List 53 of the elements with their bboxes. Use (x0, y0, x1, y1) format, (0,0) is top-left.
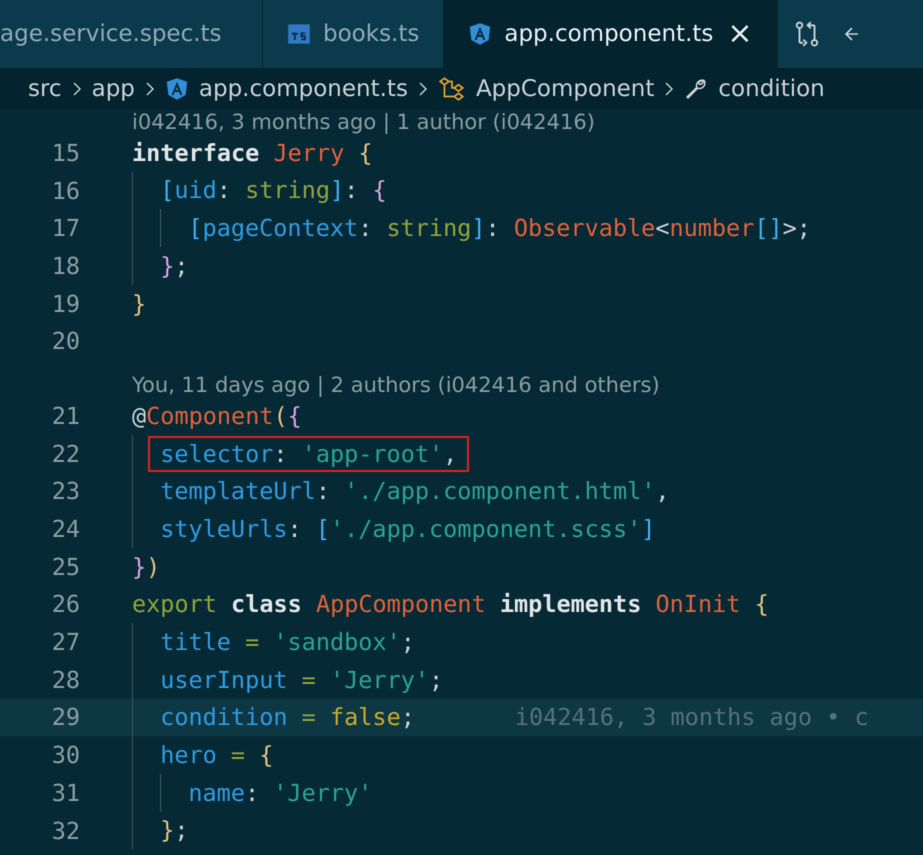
chevron-right-icon (664, 81, 674, 97)
line-number: 21 (50, 402, 80, 430)
line-number: 22 (50, 440, 80, 468)
code-line: @Component({ (132, 402, 302, 430)
breadcrumb-item[interactable]: app (92, 76, 135, 102)
line-number: 17 (50, 214, 80, 242)
breadcrumb-item[interactable]: src (28, 76, 62, 102)
line-number: 27 (50, 628, 80, 656)
git-blame-annotation: i042416, 3 months ago • c (514, 703, 869, 732)
code-line: title = 'sandbox'; (160, 628, 415, 656)
code-line: [uid: string]: { (160, 176, 387, 205)
code-line: }) (132, 552, 160, 581)
line-number: 16 (50, 176, 80, 205)
line-number: 29 (50, 703, 80, 732)
line-number: 24 (50, 515, 80, 544)
line-number: 19 (50, 290, 80, 318)
line-number: 26 (50, 590, 80, 618)
line-number: 28 (50, 666, 80, 694)
angular-icon (468, 22, 492, 46)
chevron-right-icon (72, 81, 82, 97)
code-line: templateUrl: './app.component.html', (160, 477, 670, 506)
code-line: }; (160, 816, 188, 845)
line-number: 20 (50, 327, 80, 356)
chevron-right-icon (418, 81, 428, 97)
code-line: interface Jerry { (132, 138, 373, 167)
line-number: 18 (50, 252, 80, 280)
code-line: styleUrls: ['./app.component.scss'] (160, 514, 656, 544)
code-line: name: 'Jerry' (188, 778, 372, 807)
class-symbol-icon (438, 77, 466, 101)
line-number: 25 (50, 552, 80, 581)
close-icon[interactable]: × (727, 19, 753, 49)
line-number: 31 (50, 778, 80, 807)
line-number: 32 (50, 816, 80, 845)
line-number: 15 (50, 138, 80, 167)
code-line: }; (160, 252, 188, 280)
code-line: hero = { (160, 741, 274, 770)
angular-icon (164, 77, 189, 101)
codelens-annotation[interactable]: You, 11 days ago | 2 authors (i042416 and others) (132, 373, 660, 398)
line-number: 23 (50, 477, 80, 506)
typescript-file-icon (287, 22, 311, 46)
breadcrumb-item[interactable]: app.component.ts (198, 76, 408, 102)
editor-tab[interactable]: app.component.ts × (444, 0, 778, 68)
wrench-icon (684, 77, 708, 101)
breadcrumb-item[interactable]: AppComponent (476, 76, 654, 102)
line-number: 30 (50, 741, 80, 770)
code-line: userInput = 'Jerry'; (160, 666, 444, 694)
code-line: [pageContext: string]: Observable<number[]>; (188, 214, 811, 242)
code-line: } (132, 290, 146, 318)
code-line: condition = false; (160, 703, 415, 732)
chevron-right-icon (144, 81, 155, 97)
code-line: export class AppComponent implements OnInit { (132, 590, 769, 618)
breadcrumb-item[interactable]: condition (718, 76, 825, 102)
codelens-annotation[interactable]: i042416, 3 months ago | 1 author (i042416) (132, 110, 595, 134)
